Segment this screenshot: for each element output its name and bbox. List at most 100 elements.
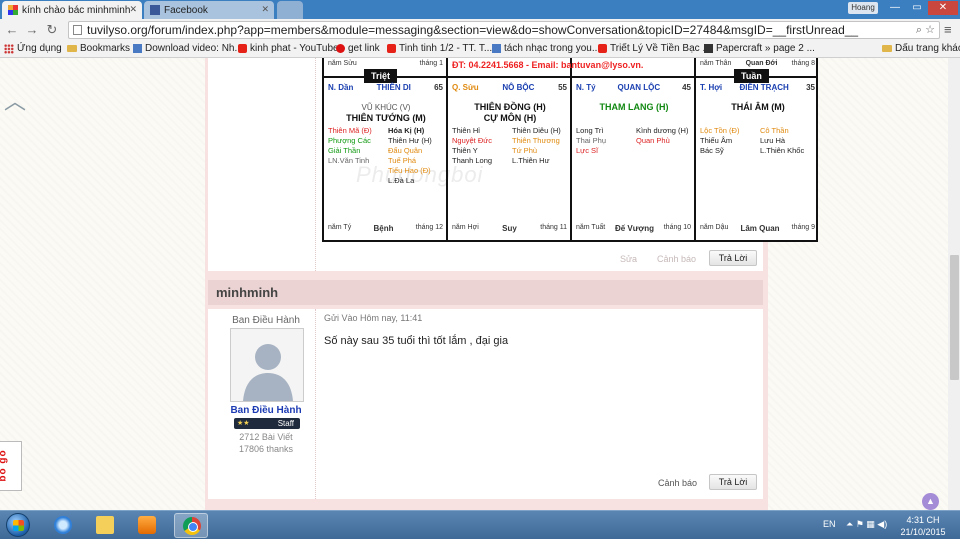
bookmark-label: Papercraft » page 2 ... [716, 43, 815, 54]
avatar[interactable] [230, 328, 304, 402]
taskbar-ie[interactable] [46, 513, 80, 538]
bookmark-triet-ly[interactable]: Triết Lý Về Tiền Bạc ... [598, 43, 711, 54]
youtube-icon [387, 44, 396, 53]
close-tab-icon[interactable]: ✕ [261, 4, 269, 15]
star-icon[interactable]: ⌕ ☆ [916, 22, 935, 38]
edit-link[interactable]: Sửa [620, 254, 637, 264]
cell-year: năm Dậu [700, 224, 729, 231]
cell-branch: T. Hợi [700, 83, 723, 92]
close-window-icon[interactable]: ✕ [928, 1, 958, 15]
forward-icon[interactable]: → [24, 22, 40, 38]
thanks-count: 17806 thanks [238, 444, 294, 454]
star: Tứ Phù [512, 146, 538, 155]
star: Kình dương (H) [636, 126, 689, 135]
scroll-top-icon[interactable]: ▲ [922, 493, 939, 510]
cell-left-stars: Thiên Mã (Đ) Phượng Các Giải Thần LN.Văn… [328, 126, 372, 166]
star: L.Thiên Hư [512, 156, 550, 165]
chart-cell-no-boc: Q. Sửu NÔ BỘC 55 THIÊN ĐỒNG (H) CỰ MÔN (H)… [450, 58, 570, 240]
bookmark-label: get link [348, 43, 380, 54]
youtube-icon [238, 44, 247, 53]
scrollbar[interactable] [948, 58, 960, 510]
bookmark-label: Tinh tinh 1/2 - TT. T... [399, 43, 493, 54]
report-link[interactable]: Cảnh báo [658, 478, 697, 488]
reply-button[interactable]: Trả Lời [709, 474, 757, 490]
page-icon [73, 25, 82, 35]
bookmark-papercraft[interactable]: Papercraft » page 2 ... [704, 43, 815, 54]
cell-left-stars: Long Trì Thai Phụ Lực Sĩ [576, 126, 606, 156]
star: Đẩu Quân [388, 146, 423, 155]
post-message: Số này sau 35 tuổi thì tốt lắm , đại gia [324, 335, 509, 347]
bookmark-bookmarks[interactable]: Bookmarks [67, 43, 130, 54]
minimize-icon[interactable]: — [884, 1, 906, 15]
chart-divider [570, 58, 572, 240]
reply-button[interactable]: Trả Lời [709, 250, 757, 266]
new-tab-button[interactable] [277, 1, 303, 19]
bookmark-label: tách nhạc trong you... [504, 43, 601, 54]
browser-toolbar: ← → ↻ tuvilyso.org/forum/index.php?app=m… [0, 19, 960, 41]
star: Cô Thần [760, 126, 789, 135]
cell-palace: NÔ BỘC [502, 83, 535, 92]
system-clock[interactable]: 4:31 CH 21/10/2015 [895, 514, 951, 538]
cell-month: tháng 8 [791, 60, 815, 67]
cell-branch: N. Dần [328, 83, 354, 92]
star: Giải Thần [328, 146, 361, 155]
star-icon: ★★ [237, 420, 250, 427]
address-bar[interactable]: tuvilyso.org/forum/index.php?app=members… [68, 21, 940, 39]
bookmark-get-link[interactable]: get link [336, 43, 380, 54]
cell-year: năm Tý [328, 224, 352, 231]
media-player-icon [138, 516, 156, 534]
bird-icon [336, 44, 345, 53]
taskbar-media[interactable] [130, 513, 164, 538]
star: Thiên Mã (Đ) [328, 126, 372, 135]
tab-title: Facebook [164, 4, 208, 16]
cell-year: năm Thân [700, 60, 732, 67]
tab-title: kính chào bác minhminh · [22, 4, 137, 16]
bookmark-download-video[interactable]: Download video: Nh... [133, 43, 243, 54]
bookmark-apps[interactable]: Ứng dụng [4, 43, 62, 54]
forum-favicon-icon [8, 5, 18, 15]
star: Thiên Hỉ [452, 126, 480, 135]
back-icon[interactable]: ← [4, 22, 20, 38]
maximize-icon[interactable]: ▭ [906, 1, 928, 15]
star: Phượng Các [328, 136, 371, 145]
bookmark-kinh-phat[interactable]: kinh phat - YouTube [238, 43, 339, 54]
tab-facebook[interactable]: Facebook ✕ [144, 1, 274, 19]
tab-active[interactable]: kính chào bác minhminh · ✕ [2, 1, 142, 19]
other-bookmarks[interactable]: Dấu trang khác [882, 43, 960, 54]
bookmark-label: Ứng dụng [17, 43, 62, 54]
horoscope-chart: Phudongboi năm Sửu tháng 1 Triệt N. Dần TH… [322, 58, 818, 242]
menu-icon[interactable]: ≡ [944, 23, 956, 37]
bookmark-label: kinh phat - YouTube [250, 43, 339, 54]
star: Hóa Kị (H) [388, 126, 425, 135]
user-name-link[interactable]: Ban Điều Hành [208, 405, 324, 416]
language-indicator[interactable]: EN [823, 519, 836, 529]
bookmarks-bar: Ứng dụng Bookmarks Download video: Nh...… [0, 41, 960, 58]
cell-main-stars: THIÊN ĐỒNG (H) CỰ MÔN (H) [450, 102, 570, 124]
taskbar-chrome[interactable] [174, 513, 208, 538]
bookmark-label: Dấu trang khác [895, 43, 960, 54]
star: Bác Sỹ [700, 146, 724, 155]
avatar-placeholder-icon [231, 329, 303, 401]
bookmark-tinh-tinh[interactable]: Tinh tinh 1/2 - TT. T... [387, 43, 492, 54]
bookmark-tach-nhac[interactable]: tách nhạc trong you... [492, 43, 600, 54]
cell-year: năm Sửu [328, 60, 357, 67]
cell-phase: Lâm Quan [740, 224, 780, 233]
tray-icons[interactable]: ⏶ ⚑ ▦ ◀) [846, 519, 887, 530]
user-rank: Ban Điều Hành [232, 315, 300, 326]
star: Thai Phụ [576, 136, 607, 145]
scrollbar-thumb[interactable] [950, 255, 959, 380]
reload-icon[interactable]: ↻ [44, 22, 60, 38]
clock-date: 21/10/2015 [900, 527, 946, 537]
taskbar-explorer[interactable] [88, 513, 122, 538]
folder-icon [67, 45, 77, 52]
cell-main-stars: THÁI ÂM (M) [698, 102, 818, 113]
profile-button[interactable]: Hoang [848, 2, 878, 14]
post-sidebar [208, 58, 316, 271]
post-count: 2712 Bài Viết [239, 432, 293, 442]
close-tab-icon[interactable]: ✕ [129, 4, 137, 15]
start-button[interactable] [6, 513, 30, 537]
collapse-up-icon[interactable]: ︿ [4, 91, 26, 113]
post-author-bar[interactable]: minhminh [208, 280, 763, 305]
report-link[interactable]: Cảnh báo [657, 254, 696, 264]
bogo-widget[interactable]: bo go [0, 441, 22, 491]
